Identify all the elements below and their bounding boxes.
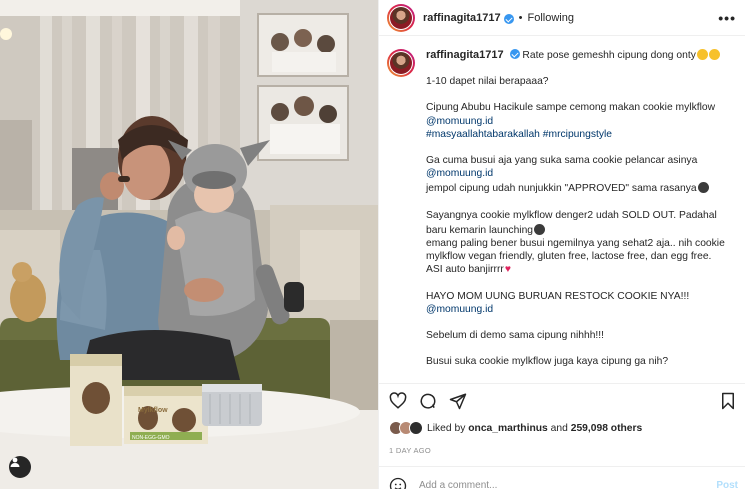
liked-by-and: and bbox=[550, 422, 568, 434]
user-tag-icon bbox=[10, 457, 20, 467]
post-photo[interactable]: Mylkflow NON-EGG-GMO bbox=[0, 0, 378, 489]
liked-by-user[interactable]: onca_marthinus bbox=[468, 423, 548, 434]
caption-p5-snack: emang paling bener busui ngemilnya yang … bbox=[426, 238, 725, 276]
box-flavor-text: NON-EGG-GMO bbox=[132, 435, 170, 441]
mention-link[interactable]: @momuung.id bbox=[426, 168, 493, 179]
likes-count[interactable]: 259,098 others bbox=[571, 423, 643, 434]
action-bar bbox=[379, 383, 745, 417]
caption-p4-approved: jempol cipung udah nunjukkin "APPROVED" … bbox=[426, 183, 697, 195]
post-comment-button[interactable]: Post bbox=[716, 480, 738, 489]
likes-summary: Liked by onca_marthinus and 259,098 othe… bbox=[389, 421, 642, 435]
comment-bar: Add a comment... Post bbox=[379, 466, 745, 489]
caption-p6-text: HAYO MOM UUNG BURUAN RESTOCK COOKIE NYA!… bbox=[426, 290, 690, 302]
box-brand-text: Mylkflow bbox=[138, 407, 168, 414]
mention-link[interactable]: @momuung.id bbox=[426, 304, 493, 315]
comment-input[interactable]: Add a comment... bbox=[419, 480, 497, 489]
author-username[interactable]: raffinagita1717 bbox=[423, 12, 501, 24]
caption-p7: Sebelum di demo sama cipung nihhh!!! bbox=[426, 330, 605, 342]
hashtag-links[interactable]: #masyaallahtabarakallah #mrcipungstyle bbox=[426, 129, 612, 140]
liker-avatar bbox=[409, 421, 423, 435]
caption-line-1: Rate pose gemeshh cipung dong onty bbox=[522, 50, 696, 61]
caption-author-avatar[interactable] bbox=[387, 49, 415, 77]
heart-eyes-emoji-icon bbox=[696, 49, 708, 60]
caption-container: raffinagita1717 Rate pose gemeshh cipung… bbox=[379, 37, 745, 383]
following-button[interactable]: Following bbox=[528, 12, 574, 24]
post-details-pane: raffinagita1717 • Following ••• raffinag… bbox=[378, 0, 745, 489]
photo-scene: Mylkflow NON-EGG-GMO bbox=[0, 0, 378, 489]
caption-question: 1-10 dapet nilai berapaaa? bbox=[426, 76, 549, 88]
author-avatar[interactable] bbox=[387, 3, 415, 32]
verified-badge-icon bbox=[503, 13, 514, 24]
scream-emoji-icon bbox=[534, 223, 546, 235]
caption-verified-badge-icon bbox=[509, 49, 520, 59]
share-icon[interactable] bbox=[449, 392, 467, 410]
caption-username[interactable]: raffinagita1717 bbox=[426, 49, 504, 61]
heart-icon[interactable] bbox=[389, 392, 407, 410]
post-timestamp[interactable]: 1 DAY AGO bbox=[389, 446, 431, 455]
tagged-users-button[interactable] bbox=[9, 456, 31, 478]
header-separator: • bbox=[518, 11, 523, 24]
post-header: raffinagita1717 • Following ••• bbox=[379, 0, 745, 36]
mention-link[interactable]: @momuung.id bbox=[426, 116, 493, 127]
caption-p3-text: Cipung Abubu Hacikule sampe cemong makan… bbox=[426, 102, 716, 114]
caption-p8: Busui suka cookie mylkflow juga kaya cip… bbox=[426, 356, 669, 368]
emoji-icon[interactable] bbox=[389, 477, 407, 489]
caption-p5-text: Sayangnya cookie mylkflow denger2 udah S… bbox=[426, 209, 717, 236]
caption-p4-text: Ga cuma busui aja yang suka sama cookie … bbox=[426, 155, 698, 167]
caption-text: raffinagita1717 Rate pose gemeshh cipung… bbox=[426, 47, 726, 383]
bookmark-icon[interactable] bbox=[720, 392, 736, 410]
heart-eyes-emoji-icon bbox=[708, 49, 720, 60]
comment-icon[interactable] bbox=[419, 392, 437, 410]
sunglasses-emoji-icon bbox=[697, 182, 709, 194]
heart-emoji-icon: ♥ bbox=[504, 264, 511, 276]
liked-by-prefix: Liked by bbox=[427, 422, 466, 434]
more-options-icon[interactable]: ••• bbox=[718, 10, 736, 26]
